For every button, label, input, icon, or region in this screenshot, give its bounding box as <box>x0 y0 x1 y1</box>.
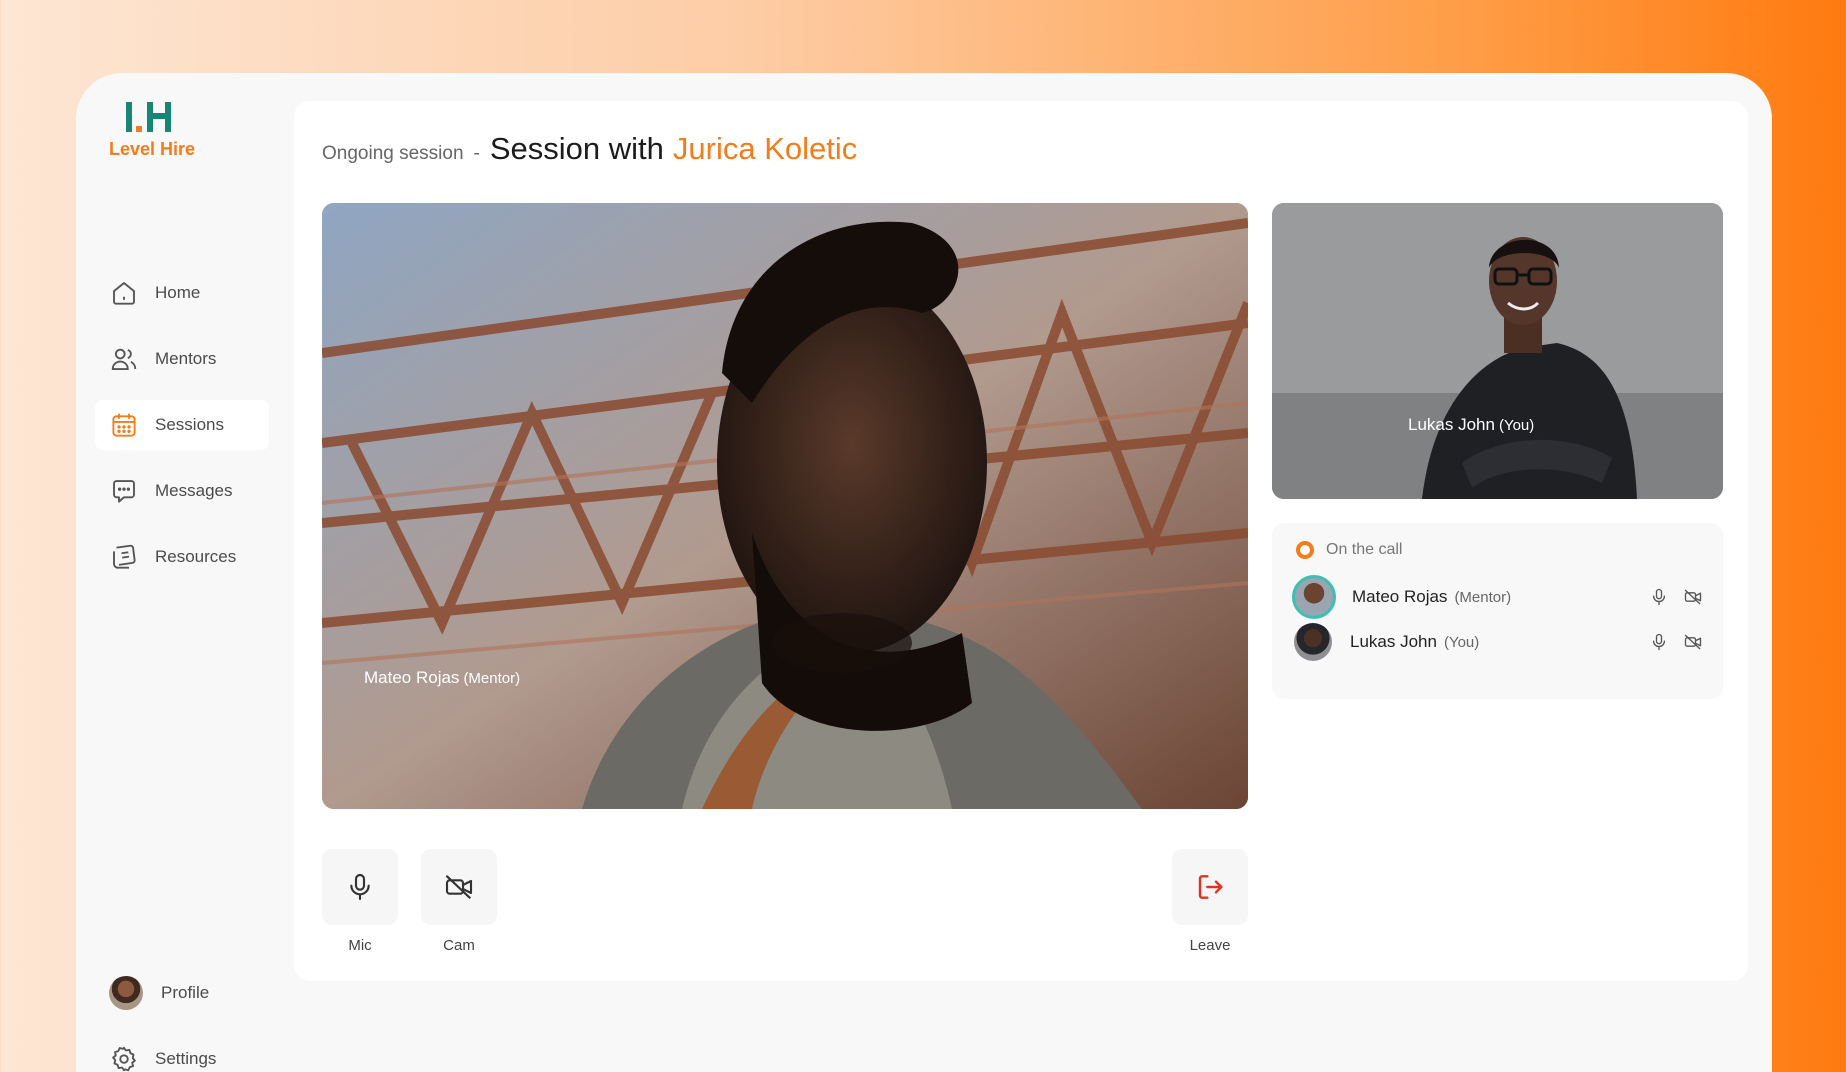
self-video-feed[interactable]: Lukas John (You) <box>1272 203 1723 499</box>
book-icon <box>113 544 136 569</box>
session-status: Ongoing session <box>322 143 464 164</box>
participant-status <box>1649 587 1703 607</box>
session-partner-name: Jurica Koletic <box>672 131 858 166</box>
mentor-video-frame <box>322 203 1248 809</box>
mic-icon[interactable] <box>1649 587 1669 607</box>
mic-control: Mic <box>322 849 398 954</box>
participants-panel: On the call Mateo Rojas (Mentor) Lukas J… <box>1272 523 1723 699</box>
mic-button[interactable] <box>322 849 398 925</box>
participant-status <box>1649 632 1703 652</box>
self-role: (You) <box>1498 417 1535 434</box>
users-icon <box>111 348 137 370</box>
brand-name: Level Hire <box>109 139 196 159</box>
gear-icon <box>112 1046 136 1072</box>
calendar-icon <box>112 413 136 437</box>
cam-label: Cam <box>443 937 475 954</box>
mentor-video-label: Mateo Rojas (Mentor) <box>364 668 520 688</box>
sidebar-item-mentors[interactable]: Mentors <box>95 334 269 384</box>
cam-button[interactable] <box>421 849 497 925</box>
participant-name: Mateo Rojas <box>1352 587 1448 606</box>
brand-logo[interactable]: Level Hire <box>109 102 209 160</box>
self-video-frame <box>1272 203 1723 499</box>
on-call-heading: On the call <box>1296 541 1402 559</box>
chat-icon <box>113 480 135 503</box>
participant-role: (Mentor) <box>1454 588 1512 606</box>
logo-mark-icon <box>126 102 186 136</box>
self-video-label: Lukas John (You) <box>1408 415 1534 435</box>
sidebar-item-messages[interactable]: Messages <box>95 466 269 516</box>
sidebar-bottom: Profile Settings <box>95 968 269 1072</box>
sidebar-item-label: Home <box>155 283 201 302</box>
leave-label: Leave <box>1189 937 1231 954</box>
avatar <box>109 976 143 1010</box>
on-call-label: On the call <box>1326 541 1403 558</box>
title-separator: - <box>473 143 480 164</box>
avatar <box>1294 623 1332 661</box>
sidebar-item-home[interactable]: Home <box>95 268 269 318</box>
mentor-video-feed[interactable]: Mateo Rojas (Mentor) <box>322 203 1248 809</box>
avatar <box>1292 575 1336 619</box>
camera-off-icon <box>445 875 473 899</box>
sidebar-item-label: Resources <box>155 547 237 566</box>
camera-off-icon[interactable] <box>1683 632 1703 652</box>
cam-control: Cam <box>421 849 497 954</box>
self-name: Lukas John <box>1408 415 1495 434</box>
participant-row[interactable]: Mateo Rojas (Mentor) <box>1292 575 1703 619</box>
live-indicator-icon <box>1296 541 1314 559</box>
participant-row[interactable]: Lukas John (You) <box>1292 620 1703 664</box>
sidebar-item-label: Sessions <box>155 415 224 434</box>
mic-icon[interactable] <box>1649 632 1669 652</box>
participant-name: Lukas John <box>1350 632 1437 651</box>
sidebar-item-profile[interactable]: Profile <box>95 968 269 1018</box>
sidebar-item-label: Profile <box>161 983 210 1002</box>
leave-control: Leave <box>1172 849 1248 954</box>
home-icon <box>113 282 135 305</box>
logout-icon <box>1198 875 1223 899</box>
sidebar-item-label: Messages <box>155 481 233 500</box>
sidebar-item-label: Mentors <box>155 349 217 368</box>
session-panel: Ongoing session - Session with Jurica Ko… <box>294 101 1748 981</box>
mic-label: Mic <box>348 937 372 954</box>
mic-icon <box>350 873 370 901</box>
mentor-name: Mateo Rojas <box>364 668 460 687</box>
sidebar-item-label: Settings <box>155 1049 217 1068</box>
session-title: Session with <box>489 131 664 166</box>
sidebar-item-sessions[interactable]: Sessions <box>95 400 269 450</box>
sidebar-item-resources[interactable]: Resources <box>95 532 269 582</box>
sidebar-item-settings[interactable]: Settings <box>95 1034 269 1072</box>
sidebar-nav: Home Mentors Sessions Messages Resources <box>95 268 269 598</box>
app-window: Level Hire Home Mentors Sessions Message… <box>76 73 1772 1072</box>
camera-off-icon[interactable] <box>1683 587 1703 607</box>
page-title: Ongoing session - Session with Jurica Ko… <box>322 131 857 167</box>
leave-button[interactable] <box>1172 849 1248 925</box>
participant-role: (You) <box>1443 633 1480 651</box>
mentor-role: (Mentor) <box>463 670 521 687</box>
